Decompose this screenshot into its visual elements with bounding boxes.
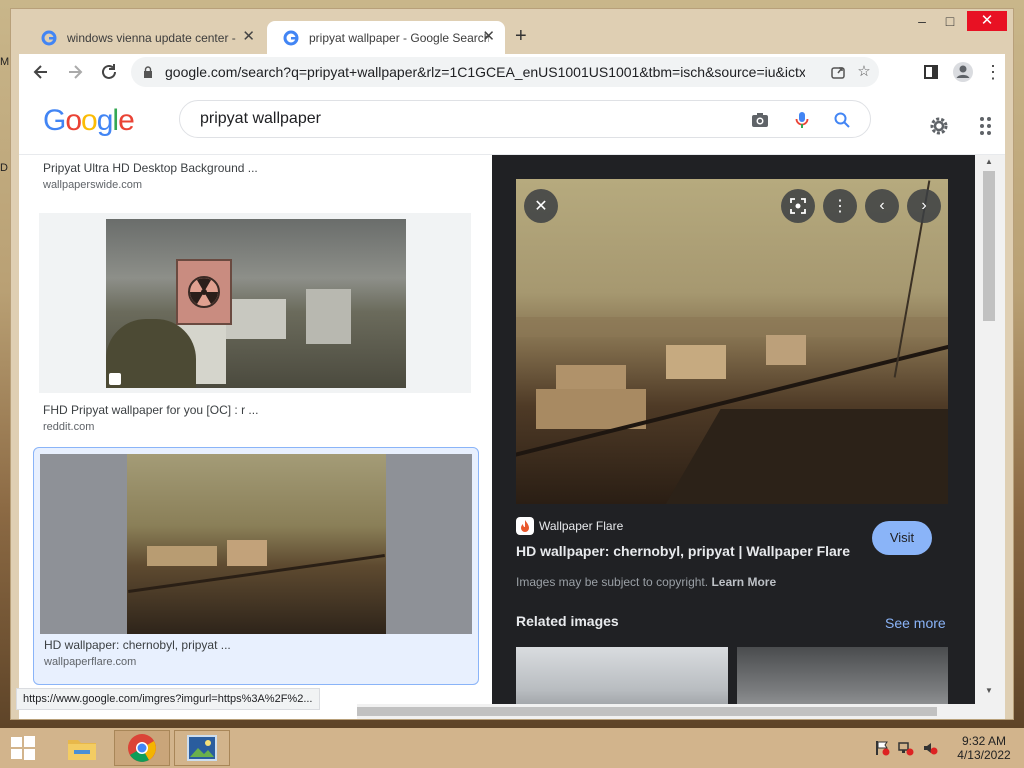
horizon-shape [516,317,948,337]
tab-bar: windows vienna update center - ✕ pripyat… [11,9,1013,54]
thumbnail-image [127,454,386,634]
result-card-selected[interactable]: HD wallpaper: chernobyl, pripyat ... wal… [33,447,479,685]
previous-image-icon[interactable]: ‹ [865,189,899,223]
visit-button[interactable]: Visit [872,521,932,555]
logo-letter: g [96,104,114,137]
url-text: google.com/search?q=pripyat+wallpaper&rl… [165,64,805,80]
browser-window: windows vienna update center - ✕ pripyat… [10,8,1014,720]
google-logo[interactable]: Google [43,104,135,138]
google-header: Google pripyat wallpaper [19,90,1005,155]
next-image-icon[interactable]: › [907,189,941,223]
file-explorer-icon[interactable] [54,730,110,766]
preview-title[interactable]: HD wallpaper: chernobyl, pripyat | Wallp… [516,543,850,559]
logo-letter: o [65,104,82,137]
lens-search-icon[interactable] [781,189,815,223]
settings-gear-icon[interactable] [927,114,951,138]
taskbar-clock[interactable]: 9:32 AM 4/13/2022 [944,734,1024,762]
result-card[interactable] [39,213,471,393]
rooftop-shape [651,409,948,504]
forward-arrow-icon[interactable] [61,58,89,86]
tab-title: pripyat wallpaper - Google Search [309,30,489,45]
result-domain[interactable]: wallpaperswide.com [43,179,142,191]
horizontal-scrollbar[interactable] [357,704,975,719]
copyright-notice: Images may be subject to copyright. Lear… [516,575,776,589]
photo-badge-icon [109,373,121,385]
source-name[interactable]: Wallpaper Flare [539,519,623,533]
preview-image[interactable]: ✕ ⋮ ‹ › [516,179,948,504]
building-shape [227,540,267,566]
network-icon[interactable] [898,740,914,756]
logo-letter: o [81,104,98,137]
search-icon[interactable] [832,110,852,130]
radiation-sign-icon [176,259,232,325]
browser-toolbar: google.com/search?q=pripyat+wallpaper&rl… [19,54,1005,90]
clock-date: 4/13/2022 [957,748,1011,762]
tab-windows-vienna[interactable]: windows vienna update center - ✕ [25,21,265,54]
logo-letter: G [43,104,66,137]
desktop-icon-partial[interactable]: D [0,162,10,176]
logo-letter: e [118,104,135,137]
more-options-icon[interactable]: ⋮ [823,189,857,223]
google-images-page: Google pripyat wallpaper Pripyat Ultra H… [19,90,1005,719]
hscroll-thumb[interactable] [357,707,937,716]
source-favicon-icon [516,517,534,535]
google-favicon-icon [283,30,299,46]
share-icon[interactable] [829,63,847,81]
search-query: pripyat wallpaper [200,110,321,127]
taskbar: 9:32 AM 4/13/2022 [0,728,1024,768]
building-shape [766,335,806,365]
menu-kebab-icon[interactable]: ⋮ [979,58,1007,86]
related-images-heading: Related images [516,613,619,629]
minimize-button[interactable]: – [909,11,935,31]
tab-title: windows vienna update center - [67,30,236,45]
microphone-icon[interactable] [792,110,812,130]
result-title[interactable]: Pripyat Ultra HD Desktop Background ... [43,161,258,175]
reload-icon[interactable] [95,58,123,86]
building-shape [147,546,217,566]
learn-more-link[interactable]: Learn More [711,575,776,589]
side-panel-icon[interactable] [917,58,945,86]
volume-muted-icon[interactable] [922,740,938,756]
tab-close-icon[interactable]: ✕ [242,29,255,45]
close-window-button[interactable]: ✕ [967,11,1007,31]
camera-lens-icon[interactable] [750,110,770,130]
result-thumbnail[interactable] [106,219,406,388]
tab-pripyat-wallpaper[interactable]: pripyat wallpaper - Google Search ✕ [267,21,505,54]
maximize-button[interactable]: □ [937,11,963,31]
bookmark-star-icon[interactable]: ☆ [855,63,873,81]
new-tab-button[interactable]: + [515,25,527,47]
desktop-icon-partial[interactable]: M [0,56,10,70]
see-more-link[interactable]: See more [885,615,946,631]
scroll-up-arrow-icon[interactable]: ▲ [985,157,993,166]
building-shape [226,299,286,339]
address-bar[interactable]: google.com/search?q=pripyat+wallpaper&rl… [131,57,879,87]
close-preview-icon[interactable]: ✕ [524,189,558,223]
result-domain[interactable]: reddit.com [43,421,94,433]
windows-start-icon[interactable] [0,730,46,766]
image-results-list: Pripyat Ultra HD Desktop Background ... … [19,155,492,719]
result-domain[interactable]: wallpaperflare.com [44,656,136,668]
google-apps-grid-icon[interactable] [979,116,999,136]
building-shape [306,289,351,344]
result-title[interactable]: HD wallpaper: chernobyl, pripyat ... [44,638,231,652]
result-title[interactable]: FHD Pripyat wallpaper for you [OC] : r .… [43,403,258,417]
profile-avatar-icon[interactable] [949,58,977,86]
scrollbar-thumb[interactable] [983,171,995,321]
image-preview-panel: ✕ ⋮ ‹ › Wallpaper Flare HD wallpaper: ch… [492,155,975,719]
photo-viewer-icon[interactable] [174,730,230,766]
chrome-taskbar-icon[interactable] [114,730,170,766]
vertical-scrollbar[interactable]: ▲ ▼ [975,155,1005,719]
clock-time: 9:32 AM [961,734,1007,748]
tab-close-icon[interactable]: ✕ [482,29,495,45]
status-url-tooltip: https://www.google.com/imgres?imgurl=htt… [16,688,320,710]
back-arrow-icon[interactable] [27,58,55,86]
lock-icon [143,65,153,78]
action-center-flag-icon[interactable] [874,740,890,756]
search-input[interactable]: pripyat wallpaper [179,100,871,138]
copyright-text: Images may be subject to copyright. [516,575,709,589]
google-favicon-icon [41,30,57,46]
result-thumbnail[interactable] [40,454,472,634]
building-shape [666,345,726,379]
scroll-down-arrow-icon[interactable]: ▼ [985,686,993,695]
